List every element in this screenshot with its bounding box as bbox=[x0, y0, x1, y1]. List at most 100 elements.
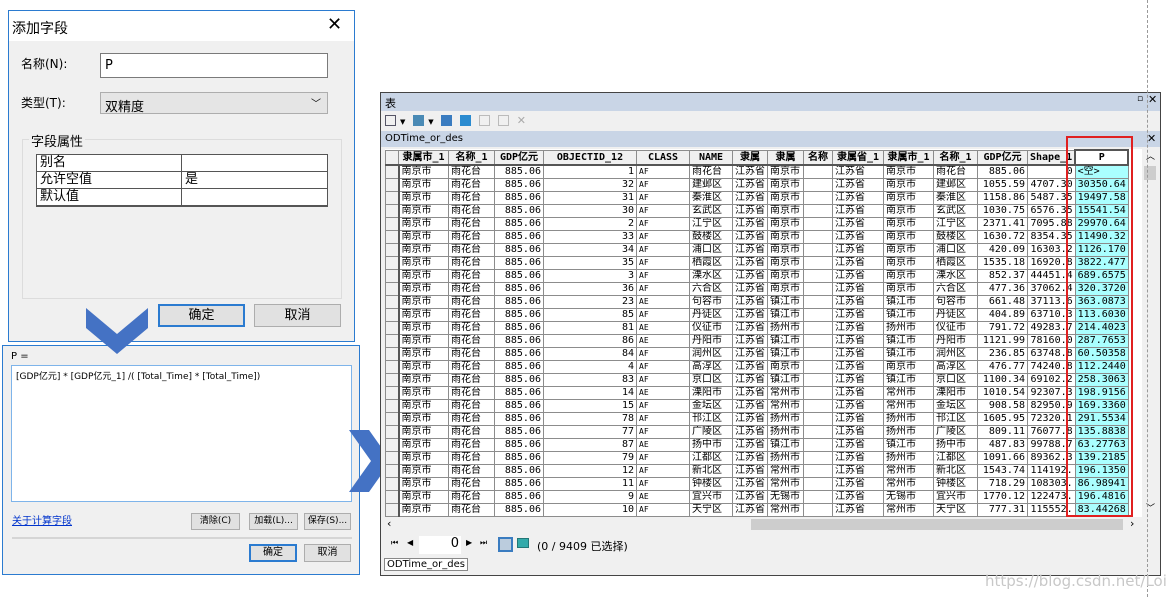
table-cell[interactable] bbox=[803, 294, 833, 309]
table-cell[interactable]: 81 bbox=[543, 320, 637, 335]
table-options-icon[interactable] bbox=[385, 115, 396, 126]
table-cell[interactable]: 南京市 bbox=[398, 437, 449, 452]
table-cell[interactable]: 1 bbox=[543, 164, 637, 179]
table-cell[interactable]: 雨花台 bbox=[448, 268, 495, 283]
table-cell[interactable]: 镇江市 bbox=[883, 346, 934, 361]
table-row[interactable]: 南京市 雨花台 885.06 9 AE 宜兴市 江苏省 无锡市 江苏省 无锡市 宜兴市 1770.12… bbox=[385, 489, 1129, 504]
table-cell[interactable]: 润州区 bbox=[933, 346, 978, 361]
table-cell[interactable]: 江都区 bbox=[689, 450, 733, 465]
table-cell[interactable]: 32 bbox=[543, 177, 637, 192]
table-cell[interactable]: 丹徒区 bbox=[933, 307, 978, 322]
switch-selection-icon[interactable] bbox=[460, 115, 472, 126]
table-cell[interactable]: 南京市 bbox=[398, 229, 449, 244]
table-cell[interactable]: 天宁区 bbox=[689, 502, 733, 517]
table-cell[interactable]: AE bbox=[636, 385, 690, 400]
row-selector[interactable] bbox=[385, 177, 400, 192]
clear-button[interactable]: 清除(C) bbox=[191, 513, 240, 530]
table-cell[interactable]: 江苏省 bbox=[832, 255, 884, 270]
table-cell[interactable]: AE bbox=[636, 437, 690, 452]
column-header[interactable]: GDP亿元 bbox=[494, 149, 544, 166]
table-cell[interactable]: 雨花台 bbox=[448, 229, 495, 244]
table-cell[interactable]: 雨花台 bbox=[448, 320, 495, 335]
table-cell[interactable]: 南京市 bbox=[398, 255, 449, 270]
row-selector[interactable] bbox=[385, 450, 400, 465]
table-cell[interactable]: 885.06 bbox=[494, 177, 544, 192]
table-cell[interactable]: AF bbox=[636, 424, 690, 439]
table-cell[interactable]: 广陵区 bbox=[689, 424, 733, 439]
table-cell[interactable]: 14 bbox=[543, 385, 637, 400]
row-selector[interactable] bbox=[385, 190, 400, 205]
table-cell[interactable]: 南京市 bbox=[398, 476, 449, 491]
table-cell[interactable]: AF bbox=[636, 229, 690, 244]
table-cell[interactable]: 江苏省 bbox=[732, 463, 768, 478]
dropdown-icon[interactable]: ▼ bbox=[400, 118, 405, 126]
table-cell[interactable]: 33 bbox=[543, 229, 637, 244]
table-cell[interactable]: 浦口区 bbox=[689, 242, 733, 257]
table-cell[interactable]: 镇江市 bbox=[883, 372, 934, 387]
restore-icon[interactable]: ▫ bbox=[1137, 94, 1143, 104]
table-cell[interactable]: AF bbox=[636, 255, 690, 270]
table-cell[interactable] bbox=[803, 424, 833, 439]
about-calculate-field-link[interactable]: 关于计算字段 bbox=[12, 512, 72, 527]
table-cell[interactable]: 83 bbox=[543, 372, 637, 387]
table-cell[interactable]: 金坛区 bbox=[689, 398, 733, 413]
dropdown-icon[interactable]: ▼ bbox=[428, 118, 433, 126]
zoom-to-selected-icon[interactable] bbox=[497, 115, 509, 126]
table-cell[interactable]: 常州市 bbox=[767, 476, 804, 491]
table-cell[interactable]: 885.06 bbox=[494, 307, 544, 322]
table-cell[interactable] bbox=[803, 359, 833, 374]
table-cell[interactable]: 77 bbox=[543, 424, 637, 439]
table-cell[interactable]: 35 bbox=[543, 255, 637, 270]
table-cell[interactable]: 雨花台 bbox=[448, 203, 495, 218]
table-cell[interactable]: 885.06 bbox=[494, 359, 544, 374]
table-cell[interactable]: 栖霞区 bbox=[933, 255, 978, 270]
row-selector[interactable] bbox=[385, 398, 400, 413]
table-cell[interactable]: 江苏省 bbox=[832, 398, 884, 413]
table-cell[interactable] bbox=[803, 333, 833, 348]
table-cell[interactable]: 1030.75 bbox=[977, 203, 1028, 218]
table-cell[interactable]: 江苏省 bbox=[732, 372, 768, 387]
table-cell[interactable]: 南京市 bbox=[767, 164, 804, 179]
related-tables-icon[interactable] bbox=[413, 115, 425, 126]
row-selector[interactable] bbox=[385, 424, 400, 439]
table-cell[interactable]: 1055.59 bbox=[977, 177, 1028, 192]
table-row[interactable]: 南京市 雨花台 885.06 11 AF 钟楼区 江苏省 常州市 江苏省 常州市 钟楼区 718.29… bbox=[385, 476, 1129, 491]
table-cell[interactable]: 江苏省 bbox=[732, 307, 768, 322]
table-cell[interactable]: 天宁区 bbox=[933, 502, 978, 517]
table-row[interactable]: 南京市 雨花台 885.06 23 AE 句容市 江苏省 镇江市 江苏省 镇江市 句容市 661.48… bbox=[385, 294, 1129, 309]
table-cell[interactable]: 江苏省 bbox=[732, 255, 768, 270]
horizontal-scrollbar[interactable]: ‹ › bbox=[385, 517, 1142, 532]
table-cell[interactable]: 丹阳市 bbox=[689, 333, 733, 348]
table-cell[interactable]: 江苏省 bbox=[832, 385, 884, 400]
table-cell[interactable] bbox=[803, 320, 833, 335]
row-selector[interactable] bbox=[385, 372, 400, 387]
table-cell[interactable]: 江苏省 bbox=[832, 242, 884, 257]
table-cell[interactable]: AE bbox=[636, 333, 690, 348]
row-selector[interactable] bbox=[385, 281, 400, 296]
table-cell[interactable]: 404.89 bbox=[977, 307, 1028, 322]
table-cell[interactable] bbox=[803, 502, 833, 517]
table-cell[interactable]: 南京市 bbox=[883, 268, 934, 283]
table-cell[interactable]: AE bbox=[636, 294, 690, 309]
table-cell[interactable]: 885.06 bbox=[494, 281, 544, 296]
table-cell[interactable]: 南京市 bbox=[398, 502, 449, 517]
table-cell[interactable]: 江苏省 bbox=[832, 463, 884, 478]
calc-ok-button[interactable]: 确定 bbox=[249, 544, 297, 562]
table-cell[interactable]: 江苏省 bbox=[832, 359, 884, 374]
cancel-button[interactable]: 取消 bbox=[254, 304, 341, 327]
table-cell[interactable]: 885.06 bbox=[494, 216, 544, 231]
table-cell[interactable] bbox=[803, 346, 833, 361]
table-cell[interactable]: 溧阳市 bbox=[689, 385, 733, 400]
property-value[interactable]: 是 bbox=[182, 172, 198, 188]
table-cell[interactable] bbox=[803, 229, 833, 244]
save-button[interactable]: 保存(S)... bbox=[304, 513, 351, 530]
table-cell[interactable]: 1770.12 bbox=[977, 489, 1028, 504]
table-cell[interactable]: 镇江市 bbox=[883, 437, 934, 452]
table-cell[interactable]: 雨花台 bbox=[448, 333, 495, 348]
table-cell[interactable]: 常州市 bbox=[883, 502, 934, 517]
table-cell[interactable]: 885.06 bbox=[494, 476, 544, 491]
table-cell[interactable]: 江苏省 bbox=[832, 177, 884, 192]
row-selector[interactable] bbox=[385, 463, 400, 478]
table-cell[interactable]: 南京市 bbox=[767, 216, 804, 231]
table-row[interactable]: 南京市 雨花台 885.06 2 AF 江宁区 江苏省 南京市 江苏省 南京市 江宁区 2371.41… bbox=[385, 216, 1129, 231]
